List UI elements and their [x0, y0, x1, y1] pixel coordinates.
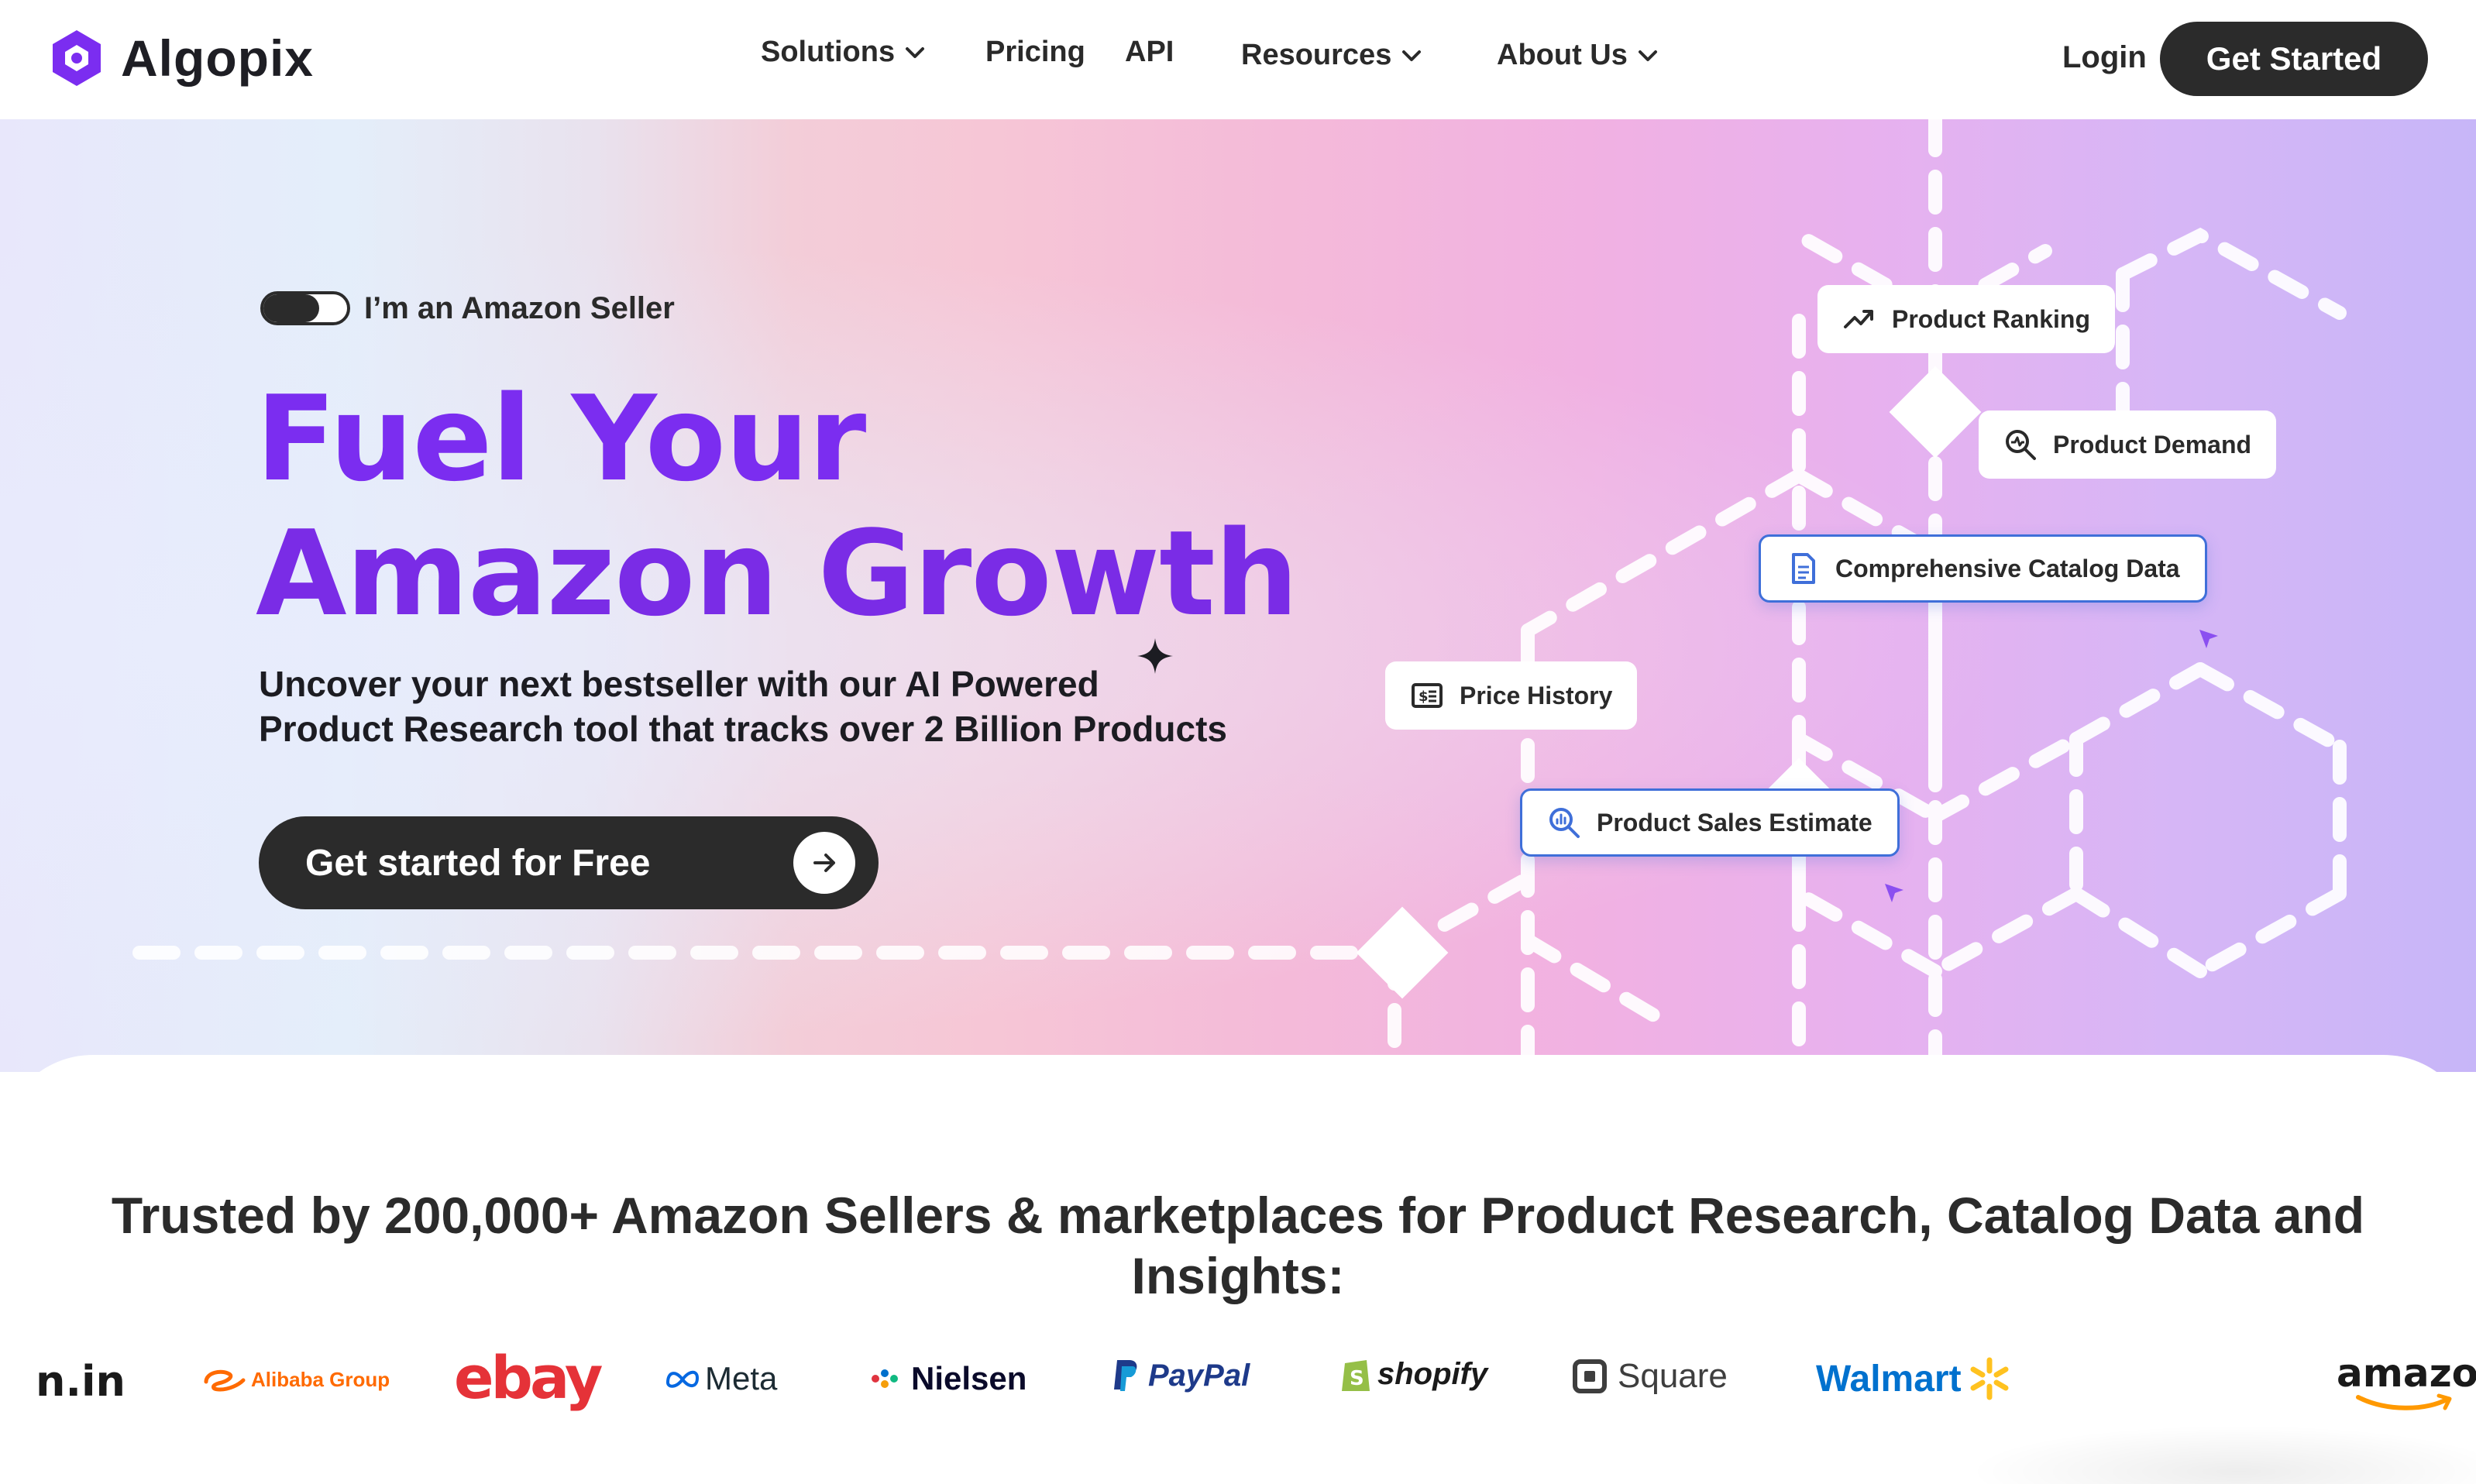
chevron-down-icon [1402, 50, 1422, 61]
feature-chip-catalog-data: Comprehensive Catalog Data [1759, 534, 2207, 603]
seller-toggle[interactable] [260, 291, 350, 325]
partner-logos: n.in Alibaba Group ebay Meta Nielsen Pay… [0, 1340, 2476, 1425]
bottom-shadow [1968, 1425, 2476, 1484]
top-navigation: Algopix Solutions Pricing API Resources … [0, 0, 2476, 119]
demand-search-icon [2006, 430, 2036, 460]
partner-logo-paypal: PayPal [1111, 1357, 1250, 1394]
paypal-wordmark: PayPal [1148, 1358, 1250, 1393]
document-icon [1792, 553, 1815, 584]
partner-logo-meta: Meta [665, 1360, 777, 1397]
get-started-free-button[interactable]: Get started for Free [259, 816, 879, 909]
alibaba-wordmark: Alibaba Group [251, 1367, 390, 1391]
feature-label: Comprehensive Catalog Data [1835, 554, 2180, 582]
feature-chip-product-demand: Product Demand [1979, 411, 2277, 479]
price-tag-icon: $ [1412, 683, 1443, 708]
brand-logo[interactable]: Algopix [50, 28, 314, 88]
nav-pricing[interactable]: Pricing [985, 36, 1085, 69]
partner-logo-amazon: amazon [2337, 1351, 2476, 1410]
partner-logo-shopify: S shopify [1339, 1354, 1487, 1394]
nav-solutions[interactable]: Solutions [761, 36, 927, 69]
amazon-wordmark: amazon [2337, 1351, 2476, 1396]
svg-text:S: S [1350, 1367, 1364, 1390]
nav-resources-label: Resources [1241, 39, 1392, 71]
cursor-icon [1885, 884, 1903, 902]
shopify-bag-icon: S [1342, 1360, 1370, 1391]
amazon-smile-icon [2356, 1393, 2452, 1410]
feature-label: Product Sales Estimate [1597, 808, 1872, 836]
toggle-knob [263, 294, 319, 322]
subtitle-line-1: Uncover your next bestseller with our AI… [259, 664, 1099, 704]
nav-about-us-label: About Us [1497, 39, 1628, 71]
feature-label: Price History [1460, 681, 1613, 709]
partner-logo-ebay: ebay [454, 1343, 603, 1412]
login-link[interactable]: Login [2062, 40, 2147, 75]
partner-logo-amazon-in: n.in [36, 1357, 126, 1406]
feature-chip-product-ranking: Product Ranking [1817, 285, 2116, 353]
meta-wordmark: Meta [705, 1360, 778, 1396]
trust-heading: Trusted by 200,000+ Amazon Sellers & mar… [0, 1185, 2476, 1306]
nav-solutions-label: Solutions [761, 36, 896, 68]
trust-heading-line-1: Trusted by 200,000+ Amazon Sellers & mar… [111, 1187, 2365, 1244]
paypal-p-icon [1114, 1360, 1137, 1391]
chevron-down-icon [1638, 50, 1657, 61]
hero-section: I’m an Amazon Seller Fuel Your Amazon Gr… [0, 119, 2476, 1072]
meta-infinity-icon [665, 1370, 700, 1388]
trend-up-icon [1844, 310, 1873, 328]
nav-api-label: API [1125, 36, 1174, 68]
trust-heading-line-2: Insights: [1131, 1247, 1345, 1304]
hero-headline: Fuel Your Amazon Growth [256, 372, 1298, 641]
cursor-icon [2199, 630, 2218, 648]
arrow-right-icon [793, 832, 855, 894]
chevron-down-icon [906, 46, 925, 58]
sparkle-icon [1137, 638, 1173, 674]
seller-toggle-label: I’m an Amazon Seller [364, 291, 675, 325]
partner-logo-square: Square [1573, 1357, 1728, 1396]
feature-label: Product Ranking [1892, 304, 2091, 333]
ebay-wordmark: ebay [454, 1343, 603, 1412]
feature-label: Product Demand [2053, 430, 2252, 459]
svg-text:$: $ [1419, 689, 1429, 705]
subtitle-line-2: Product Research tool that tracks over 2… [259, 709, 1227, 749]
walmart-wordmark: Walmart [1816, 1358, 1962, 1400]
feature-chip-price-history: $ Price History [1385, 661, 1638, 730]
nielsen-wordmark: Nielsen [911, 1360, 1027, 1396]
nav-resources[interactable]: Resources [1241, 39, 1424, 72]
nielsen-dots-icon [872, 1369, 898, 1388]
get-started-button[interactable]: Get Started [2160, 22, 2428, 96]
hero-subtitle: Uncover your next bestseller with our AI… [259, 661, 1343, 751]
nav-about-us[interactable]: About Us [1497, 39, 1660, 72]
square-logo-icon [1573, 1359, 1607, 1393]
hexagon-logo-icon [53, 30, 101, 86]
get-started-free-label: Get started for Free [305, 842, 651, 884]
square-wordmark: Square [1618, 1357, 1728, 1395]
nav-api[interactable]: API [1125, 36, 1174, 69]
partner-logo-nielsen: Nielsen [869, 1360, 1027, 1397]
nav-pricing-label: Pricing [985, 36, 1085, 68]
sales-search-icon [1549, 808, 1580, 838]
headline-line-1: Fuel Your [256, 370, 866, 507]
headline-line-2: Amazon Growth [256, 505, 1298, 642]
shopify-wordmark: shopify [1377, 1356, 1488, 1391]
brand-name: Algopix [121, 29, 314, 87]
partner-logo-walmart: Walmart [1816, 1355, 2013, 1402]
partner-logo-alibaba: Alibaba Group [203, 1366, 390, 1393]
alibaba-mark-icon [204, 1369, 246, 1392]
walmart-spark-icon [1970, 1357, 2009, 1400]
feature-chip-sales-estimate: Product Sales Estimate [1520, 788, 1900, 857]
